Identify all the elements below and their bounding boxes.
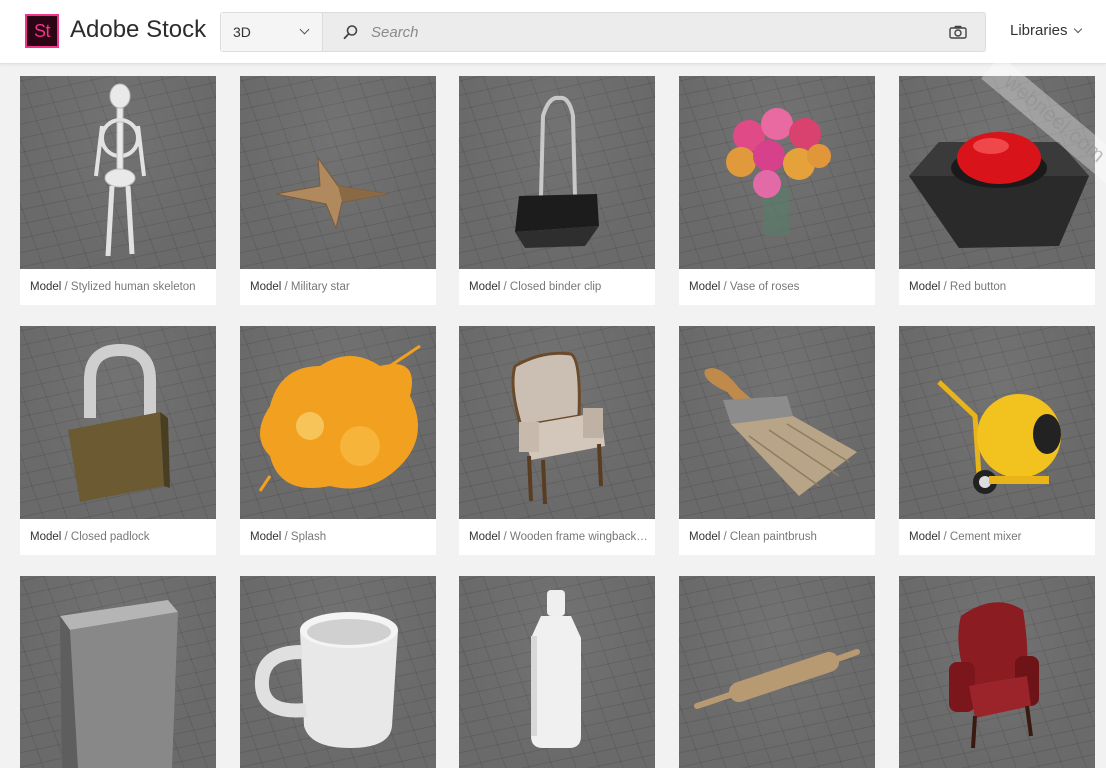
cement-mixer-icon [937,380,1061,494]
paintbrush-icon [704,368,857,496]
top-bar: St Adobe Stock 3D Libraries [0,0,1106,64]
asset-thumbnail[interactable] [899,326,1095,519]
category-dropdown[interactable]: 3D [221,13,323,51]
mug-icon [254,612,398,748]
asset-card[interactable]: Model / [459,576,655,768]
asset-title: Red button [949,281,1007,293]
star-icon [275,156,389,230]
asset-card[interactable]: Model / Cement mixer [899,326,1095,555]
asset-title: Closed binder clip [509,281,602,293]
asset-card[interactable]: Model / Splash [240,326,436,555]
asset-thumbnail[interactable] [679,576,875,768]
asset-card[interactable]: Model / Clean paintbrush [679,326,875,555]
asset-type: Model [689,531,721,543]
armchair-icon [511,351,605,505]
leather-chair-icon [949,602,1039,749]
asset-title: Military star [290,281,350,293]
asset-type: Model [250,281,282,293]
asset-type: Model [30,531,62,543]
asset-card[interactable]: Model / Red button [899,76,1095,305]
asset-card[interactable]: Model / [679,576,875,768]
rolling-pin-icon [694,649,860,709]
roses-icon [726,108,831,236]
asset-thumbnail[interactable] [459,326,655,519]
asset-title: Splash [290,531,327,543]
asset-card[interactable]: Model / Military star [240,76,436,305]
libraries-menu[interactable]: Libraries [1010,22,1083,39]
asset-type: Model [909,281,941,293]
asset-title: Clean paintbrush [729,531,817,543]
asset-thumbnail[interactable] [240,76,436,269]
asset-caption[interactable]: Model / Closed binder clip [469,281,649,293]
asset-type: Model [250,531,282,543]
asset-thumbnail[interactable] [240,576,436,768]
asset-title: Cement mixer [949,531,1022,543]
asset-caption[interactable]: Model / Military star [250,281,430,293]
brand-name[interactable]: Adobe Stock [70,16,206,44]
asset-thumbnail[interactable] [20,326,216,519]
adobe-stock-logo[interactable]: St [25,14,59,48]
libraries-label: Libraries [1010,22,1068,39]
asset-thumbnail[interactable] [899,576,1095,768]
search-input[interactable] [371,18,931,46]
asset-thumbnail[interactable] [679,76,875,269]
asset-type: Model [689,281,721,293]
category-selected: 3D [233,24,251,40]
search-bar: 3D [220,12,986,52]
asset-caption[interactable]: Model / Cement mixer [909,531,1089,543]
asset-card[interactable]: Model / [20,576,216,768]
asset-caption[interactable]: Model / Stylized human skeleton [30,281,210,293]
splash-icon [258,344,421,492]
asset-title: Stylized human skeleton [70,281,196,293]
asset-card[interactable]: Model / Closed binder clip [459,76,655,305]
asset-title: Wooden frame wingback ... [509,531,649,543]
asset-title: Closed padlock [70,531,150,543]
asset-type: Model [469,281,501,293]
asset-caption[interactable]: Model / Clean paintbrush [689,531,869,543]
asset-caption[interactable]: Model / Wooden frame wingback ... [469,531,649,543]
skeleton-icon [94,83,146,257]
asset-caption[interactable]: Model / Splash [250,531,430,543]
asset-thumbnail[interactable] [20,76,216,269]
asset-card[interactable]: Model / [240,576,436,768]
asset-thumbnail[interactable] [240,326,436,519]
asset-card[interactable]: Model / Closed padlock [20,326,216,555]
asset-thumbnail[interactable] [679,326,875,519]
asset-thumbnail[interactable] [20,576,216,768]
red-button-icon [909,132,1089,248]
asset-card[interactable]: Model / Stylized human skeleton [20,76,216,305]
asset-type: Model [30,281,62,293]
tin-box-icon [60,600,178,768]
asset-card[interactable]: Model / Wooden frame wingback ... [459,326,655,555]
chevron-down-icon [1073,24,1083,34]
search-icon[interactable] [343,24,359,40]
asset-type: Model [469,531,501,543]
asset-thumbnail[interactable] [459,576,655,768]
binder-clip-icon [515,95,599,248]
bottle-icon [531,590,581,748]
asset-type: Model [909,531,941,543]
asset-caption[interactable]: Model / Closed padlock [30,531,210,543]
asset-card[interactable]: Model / [899,576,1095,768]
asset-caption[interactable]: Model / Red button [909,281,1089,293]
asset-card[interactable]: Model / Vase of roses [679,76,875,305]
chevron-down-icon [299,24,310,35]
asset-caption[interactable]: Model / Vase of roses [689,281,869,293]
padlock-icon [68,343,170,502]
asset-thumbnail[interactable] [459,76,655,269]
camera-icon[interactable] [949,25,967,39]
asset-title: Vase of roses [729,281,800,293]
asset-thumbnail[interactable] [899,76,1095,269]
